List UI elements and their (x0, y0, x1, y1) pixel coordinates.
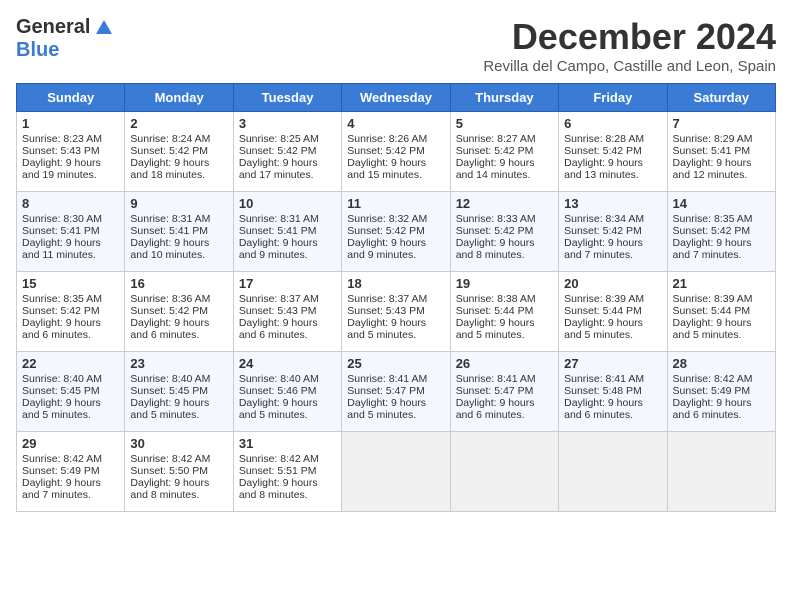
col-friday: Friday (559, 84, 667, 112)
col-sunday: Sunday (17, 84, 125, 112)
calendar-table: Sunday Monday Tuesday Wednesday Thursday… (16, 83, 776, 512)
day-15: 15 Sunrise: 8:35 AMSunset: 5:42 PMDaylig… (17, 272, 125, 352)
logo-general-text: General (16, 16, 90, 39)
title-block: December 2024 Revilla del Campo, Castill… (483, 16, 776, 75)
day-24: 24 Sunrise: 8:40 AMSunset: 5:46 PMDaylig… (233, 352, 341, 432)
empty-1 (342, 432, 450, 512)
day-14: 14 Sunrise: 8:35 AMSunset: 5:42 PMDaylig… (667, 192, 775, 272)
day-1: 1 Sunrise: 8:23 AMSunset: 5:43 PMDayligh… (17, 112, 125, 192)
day-28: 28 Sunrise: 8:42 AMSunset: 5:49 PMDaylig… (667, 352, 775, 432)
day-7: 7 Sunrise: 8:29 AMSunset: 5:41 PMDayligh… (667, 112, 775, 192)
col-monday: Monday (125, 84, 233, 112)
day-17: 17 Sunrise: 8:37 AMSunset: 5:43 PMDaylig… (233, 272, 341, 352)
calendar-row-2: 8 Sunrise: 8:30 AMSunset: 5:41 PMDayligh… (17, 192, 776, 272)
calendar-row-5: 29 Sunrise: 8:42 AMSunset: 5:49 PMDaylig… (17, 432, 776, 512)
calendar-row-4: 22 Sunrise: 8:40 AMSunset: 5:45 PMDaylig… (17, 352, 776, 432)
logo-icon (94, 18, 114, 38)
day-19: 19 Sunrise: 8:38 AMSunset: 5:44 PMDaylig… (450, 272, 558, 352)
location-title: Revilla del Campo, Castille and Leon, Sp… (483, 58, 776, 75)
col-thursday: Thursday (450, 84, 558, 112)
logo-blue-text: Blue (16, 39, 59, 62)
day-5: 5 Sunrise: 8:27 AMSunset: 5:42 PMDayligh… (450, 112, 558, 192)
empty-4 (667, 432, 775, 512)
month-title: December 2024 (483, 16, 776, 58)
day-2: 2 Sunrise: 8:24 AMSunset: 5:42 PMDayligh… (125, 112, 233, 192)
day-16: 16 Sunrise: 8:36 AMSunset: 5:42 PMDaylig… (125, 272, 233, 352)
day-30: 30 Sunrise: 8:42 AMSunset: 5:50 PMDaylig… (125, 432, 233, 512)
day-31: 31 Sunrise: 8:42 AMSunset: 5:51 PMDaylig… (233, 432, 341, 512)
day-10: 10 Sunrise: 8:31 AMSunset: 5:41 PMDaylig… (233, 192, 341, 272)
day-29: 29 Sunrise: 8:42 AMSunset: 5:49 PMDaylig… (17, 432, 125, 512)
day-8: 8 Sunrise: 8:30 AMSunset: 5:41 PMDayligh… (17, 192, 125, 272)
day-3: 3 Sunrise: 8:25 AMSunset: 5:42 PMDayligh… (233, 112, 341, 192)
empty-2 (450, 432, 558, 512)
day-27: 27 Sunrise: 8:41 AMSunset: 5:48 PMDaylig… (559, 352, 667, 432)
calendar-row-1: 1 Sunrise: 8:23 AMSunset: 5:43 PMDayligh… (17, 112, 776, 192)
day-12: 12 Sunrise: 8:33 AMSunset: 5:42 PMDaylig… (450, 192, 558, 272)
day-4: 4 Sunrise: 8:26 AMSunset: 5:42 PMDayligh… (342, 112, 450, 192)
col-saturday: Saturday (667, 84, 775, 112)
day-26: 26 Sunrise: 8:41 AMSunset: 5:47 PMDaylig… (450, 352, 558, 432)
day-11: 11 Sunrise: 8:32 AMSunset: 5:42 PMDaylig… (342, 192, 450, 272)
col-wednesday: Wednesday (342, 84, 450, 112)
day-22: 22 Sunrise: 8:40 AMSunset: 5:45 PMDaylig… (17, 352, 125, 432)
calendar-header-row: Sunday Monday Tuesday Wednesday Thursday… (17, 84, 776, 112)
day-20: 20 Sunrise: 8:39 AMSunset: 5:44 PMDaylig… (559, 272, 667, 352)
day-6: 6 Sunrise: 8:28 AMSunset: 5:42 PMDayligh… (559, 112, 667, 192)
day-21: 21 Sunrise: 8:39 AMSunset: 5:44 PMDaylig… (667, 272, 775, 352)
page-header: General Blue December 2024 Revilla del C… (16, 16, 776, 75)
col-tuesday: Tuesday (233, 84, 341, 112)
calendar-row-3: 15 Sunrise: 8:35 AMSunset: 5:42 PMDaylig… (17, 272, 776, 352)
day-18: 18 Sunrise: 8:37 AMSunset: 5:43 PMDaylig… (342, 272, 450, 352)
logo: General Blue (16, 16, 114, 62)
day-23: 23 Sunrise: 8:40 AMSunset: 5:45 PMDaylig… (125, 352, 233, 432)
day-9: 9 Sunrise: 8:31 AMSunset: 5:41 PMDayligh… (125, 192, 233, 272)
empty-3 (559, 432, 667, 512)
day-25: 25 Sunrise: 8:41 AMSunset: 5:47 PMDaylig… (342, 352, 450, 432)
day-13: 13 Sunrise: 8:34 AMSunset: 5:42 PMDaylig… (559, 192, 667, 272)
